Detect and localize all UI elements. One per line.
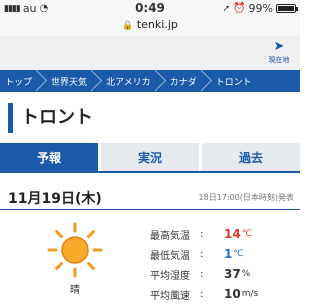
location-services-icon: ➚	[222, 3, 231, 14]
forecast-date-row: 11月19日(木) 18日17:00(日本時刻)発表	[0, 184, 300, 210]
humidity-row: 平均湿度 : 37 %	[150, 264, 295, 284]
tab-forecast[interactable]: 予報	[0, 143, 98, 171]
separator: :	[200, 268, 204, 280]
battery-percent: 99%	[248, 2, 273, 15]
tab-past[interactable]: 過去	[202, 143, 300, 171]
breadcrumb-label: カナダ	[169, 77, 197, 88]
min-temp-value: 1	[224, 247, 233, 261]
issued-time: 18日17:00(日本時刻)発表	[198, 193, 294, 202]
wind-row: 平均風速 : 10 m/s	[150, 284, 295, 304]
breadcrumb-item-canada[interactable]: カナダ	[165, 70, 211, 92]
max-temp-label: 最高気温	[150, 230, 190, 242]
wind-unit: m/s	[241, 289, 259, 299]
min-temp-label: 最低気温	[150, 250, 190, 262]
max-temp-row: 最高気温 : 14 ℃	[150, 224, 295, 244]
breadcrumb-label: トロント	[215, 77, 252, 88]
current-location-label: 現在地	[268, 56, 290, 64]
url-bar[interactable]: 🔒 tenki.jp	[0, 18, 300, 31]
current-location-button[interactable]: ➤ 現在地	[264, 39, 294, 69]
battery-icon	[276, 4, 298, 13]
wind-label: 平均風速	[150, 290, 190, 302]
site-header: ➤ 現在地	[0, 36, 300, 70]
breadcrumb-label: 北アメリカ	[106, 77, 151, 88]
humidity-label: 平均湿度	[150, 270, 190, 282]
status-right: ➚ ⏰ 99%	[222, 2, 298, 15]
forecast-date: 11月19日(木)	[8, 191, 102, 207]
humidity-unit: %	[241, 269, 251, 279]
separator: :	[200, 228, 204, 240]
page-title: トロント	[21, 107, 93, 128]
navigation-arrow-icon: ➤	[273, 39, 285, 54]
alarm-icon: ⏰	[233, 3, 246, 14]
breadcrumb-item-world[interactable]: 世界天気	[46, 70, 101, 92]
forecast-stats: 最高気温 : 14 ℃ 最低気温 : 1 ℃ 平均湿度 : 37 % 平均風速 …	[150, 224, 295, 304]
tab-observation[interactable]: 実況	[101, 143, 199, 171]
breadcrumb-item-toronto: トロント	[211, 70, 266, 92]
breadcrumb-item-north-america[interactable]: 北アメリカ	[101, 70, 165, 92]
breadcrumb-label: 世界天気	[51, 77, 88, 88]
lock-icon: 🔒	[122, 21, 134, 31]
breadcrumb-label: トップ	[5, 77, 33, 88]
separator: :	[200, 288, 204, 300]
status-bar: ▮▮▮▮ au ◔ 0:49 🔒 tenki.jp ➚ ⏰ 99%	[0, 0, 300, 36]
min-temp-unit: ℃	[233, 249, 244, 259]
max-temp-unit: ℃	[241, 229, 252, 239]
forecast-tabs: 予報 実況 過去	[0, 143, 300, 173]
page-title-box: トロント	[8, 103, 292, 133]
wind-value: 10	[224, 287, 241, 301]
max-temp-value: 14	[224, 227, 241, 241]
weather-label: 晴	[70, 285, 80, 296]
humidity-value: 37	[224, 267, 241, 281]
min-temp-row: 最低気温 : 1 ℃	[150, 244, 295, 264]
separator: :	[200, 248, 204, 260]
url-text: tenki.jp	[136, 18, 178, 31]
breadcrumb-item-top[interactable]: トップ	[0, 70, 46, 92]
sunny-icon	[45, 220, 105, 280]
breadcrumb: トップ 世界天気 北アメリカ カナダ トロント	[0, 70, 300, 92]
